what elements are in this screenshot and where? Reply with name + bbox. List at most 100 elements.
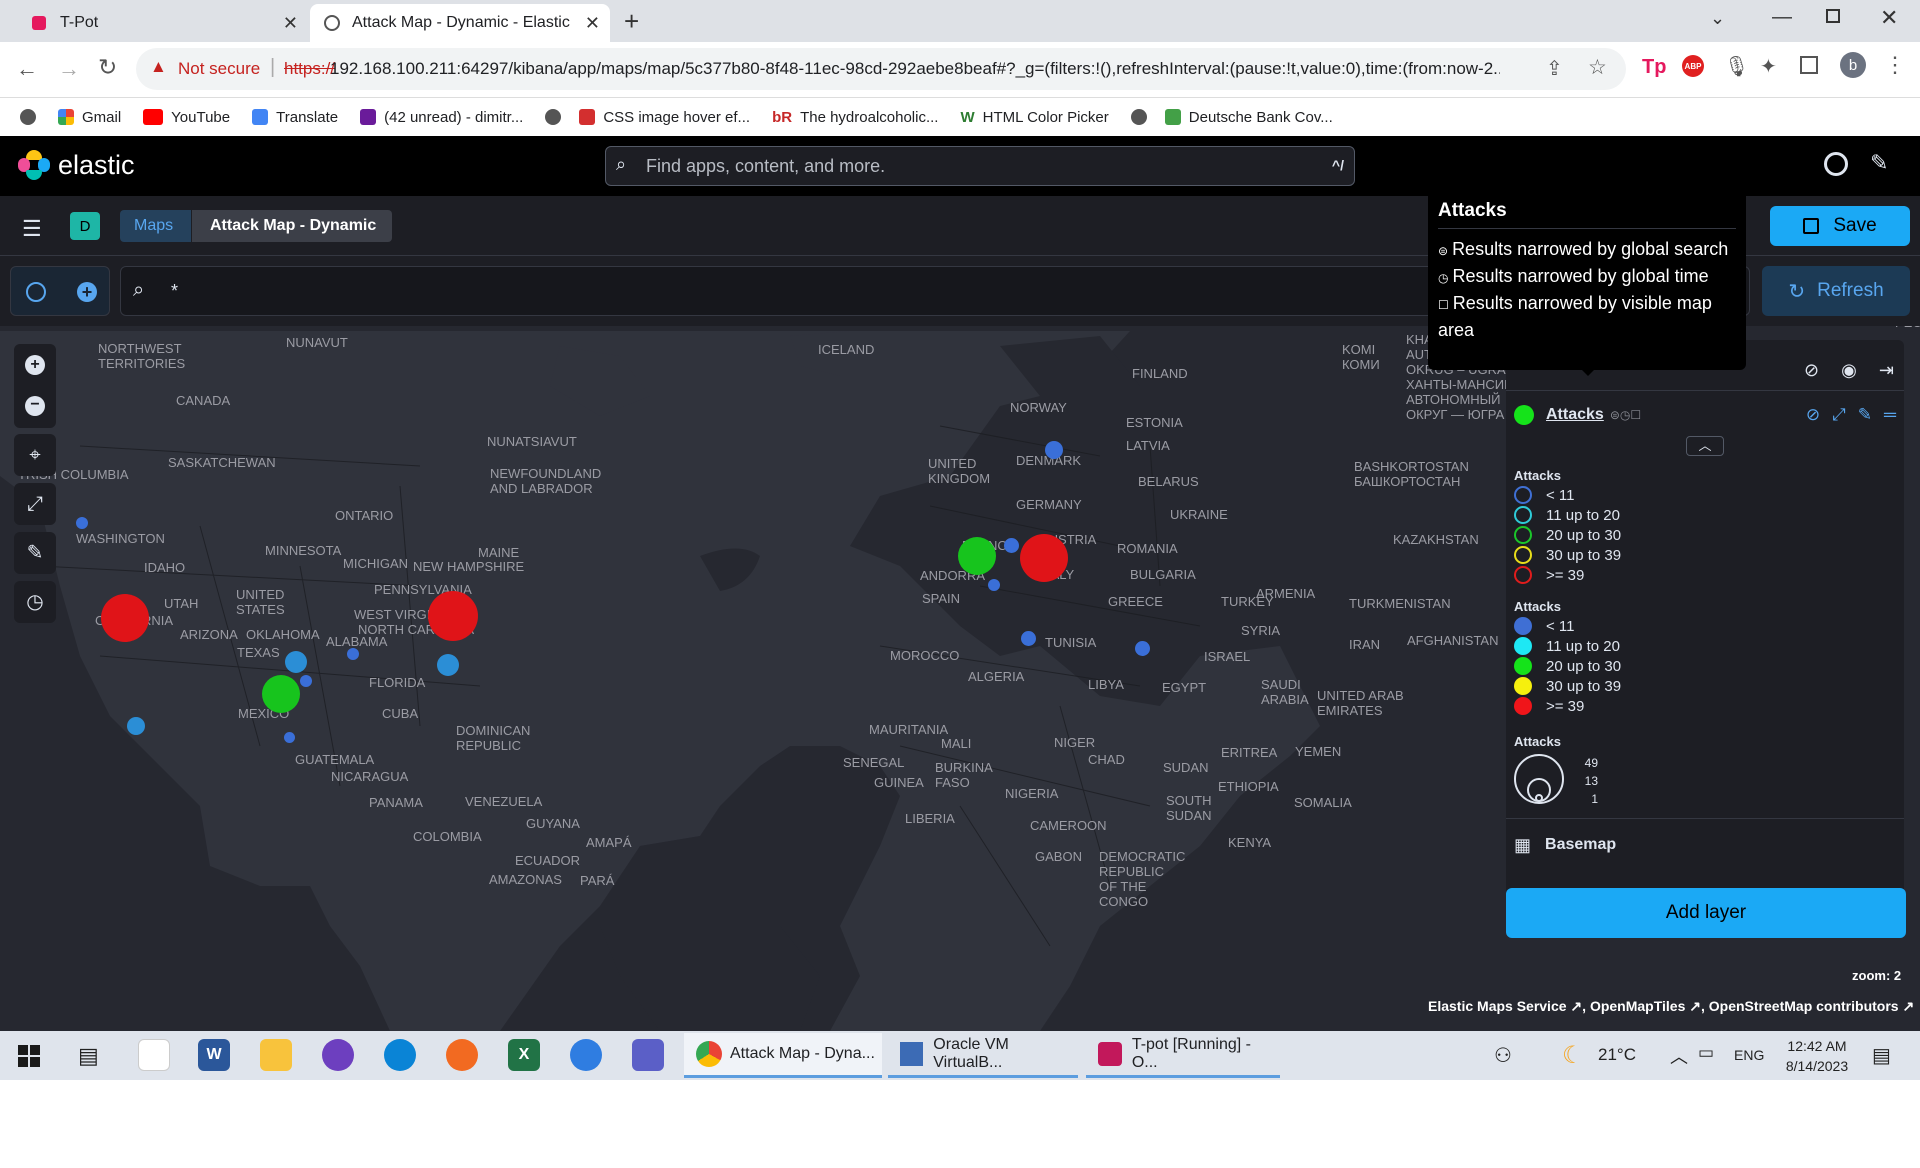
newsfeed-icon[interactable]: ✎ xyxy=(1870,150,1888,176)
minimize-icon[interactable]: — xyxy=(1772,6,1792,29)
side-panel-icon[interactable] xyxy=(1800,56,1818,74)
bookmark-apps-icon[interactable] xyxy=(20,109,36,125)
elastic-logo-icon[interactable] xyxy=(18,150,50,182)
bookmark-css[interactable]: CSS image hover ef... xyxy=(545,109,750,126)
layer-row-basemap[interactable]: ▦ Basemap xyxy=(1514,830,1894,860)
attack-point-kansas[interactable] xyxy=(285,651,307,673)
taskbar-virtualbox[interactable]: Oracle VM VirtualB... xyxy=(888,1033,1078,1078)
attack-point-arizona[interactable] xyxy=(127,717,145,735)
attack-point-british-columbia[interactable] xyxy=(76,517,88,529)
tray-expand-icon[interactable]: ︿ xyxy=(1670,1043,1688,1069)
attribution-osm[interactable]: OpenStreetMap contributors xyxy=(1709,998,1899,1014)
collapse-legend-icon[interactable]: ︿ xyxy=(1686,436,1724,456)
microsoft-store-icon[interactable] xyxy=(138,1039,170,1071)
attack-point-bulgaria[interactable] xyxy=(1134,640,1150,656)
taskbar-tpot-vm[interactable]: T-pot [Running] - O... xyxy=(1086,1033,1280,1078)
save-button[interactable]: Save xyxy=(1770,206,1910,246)
bookmark-youtube[interactable]: YouTube xyxy=(143,109,230,126)
adblock-icon[interactable]: ABP xyxy=(1682,55,1704,77)
microphone-icon[interactable]: 🎙 xyxy=(1724,54,1749,79)
bookmark-gmail[interactable]: Gmail xyxy=(58,109,121,126)
avast-icon[interactable] xyxy=(446,1039,478,1071)
attack-point-uk-green[interactable] xyxy=(958,537,996,575)
close-window-icon[interactable]: ✕ xyxy=(1880,5,1898,31)
filter-menu-icon[interactable] xyxy=(26,282,46,302)
add-layer-button[interactable]: Add layer xyxy=(1506,888,1906,938)
drag-handle-icon[interactable]: ═ xyxy=(1884,405,1896,425)
back-icon[interactable]: ← xyxy=(16,56,38,82)
bookmark-star-icon[interactable]: ☆ xyxy=(1588,55,1607,80)
word-icon[interactable]: W xyxy=(198,1039,230,1071)
show-all-layers-icon[interactable]: ◉ xyxy=(1841,360,1857,384)
map-canvas[interactable]: NORTHWEST TERRITORIES NUNAVUT ICELAND FINLA… xyxy=(0,326,1920,1031)
bookmark-hydro[interactable]: bR The hydroalcoholic... xyxy=(772,109,938,126)
notifications-icon[interactable]: ▤ xyxy=(1872,1043,1891,1068)
zoom-out-icon[interactable]: − xyxy=(25,396,45,416)
layer-row-attacks[interactable]: Attacks ⊜◷☐ ⊘ ⤢ ✎ ═ xyxy=(1514,402,1896,428)
global-search-input[interactable]: ⌕ Find apps, content, and more. ^/ xyxy=(605,146,1355,186)
fit-layer-icon[interactable]: ⤢ xyxy=(1832,405,1846,425)
edge-icon[interactable] xyxy=(384,1039,416,1071)
attack-point-missouri[interactable] xyxy=(300,675,312,687)
clock[interactable]: 12:42 AM 8/14/2023 xyxy=(1772,1036,1862,1076)
attack-point-texas[interactable] xyxy=(283,731,295,743)
vpn-icon[interactable] xyxy=(322,1039,354,1071)
tab-attack-map[interactable]: Attack Map - Dynamic - Elastic ✕ xyxy=(310,4,610,42)
attribution-ems[interactable]: Elastic Maps Service xyxy=(1428,998,1567,1014)
bookmark-deutsche[interactable]: Deutsche Bank Cov... xyxy=(1130,109,1333,126)
measure-tools-icon[interactable]: ✎ xyxy=(14,532,56,574)
collapse-panel-icon[interactable]: ⇥ xyxy=(1879,360,1894,384)
fit-to-data-icon[interactable]: ⌖ xyxy=(14,434,56,476)
tpot-extension-icon[interactable]: Tp xyxy=(1642,56,1666,79)
layer-visibility-icon[interactable]: ⊘ xyxy=(1806,405,1820,425)
menu-hamburger-icon[interactable]: ☰ xyxy=(22,216,42,242)
new-tab-icon[interactable]: + xyxy=(624,6,639,37)
close-tab-icon[interactable]: ✕ xyxy=(283,13,298,34)
attack-point-germany[interactable] xyxy=(1020,534,1068,582)
profile-avatar[interactable]: b xyxy=(1840,52,1866,78)
windows-start-icon[interactable] xyxy=(18,1045,40,1067)
draw-bounds-icon[interactable]: ⤢ xyxy=(14,483,56,525)
layer-name[interactable]: Attacks xyxy=(1546,406,1604,424)
bookmark-color-picker[interactable]: W HTML Color Picker xyxy=(960,109,1108,126)
share-icon[interactable]: ⇪ xyxy=(1546,56,1563,81)
close-tab-icon[interactable]: ✕ xyxy=(585,13,600,34)
attack-point-washington[interactable] xyxy=(101,594,149,642)
attack-point-italy[interactable] xyxy=(1020,630,1036,646)
forward-icon[interactable]: → xyxy=(58,56,80,82)
attack-point-ohio[interactable] xyxy=(347,648,359,660)
hide-all-layers-icon[interactable]: ⊘ xyxy=(1804,360,1819,384)
bookmark-mail[interactable]: (42 unread) - dimitr... xyxy=(360,109,523,126)
attack-point-maine[interactable] xyxy=(428,591,478,641)
help-icon[interactable] xyxy=(1824,152,1848,176)
omnibox[interactable]: ▲ Not secure | https:// 192.168.100.211:… xyxy=(136,48,1626,90)
add-filter-icon[interactable]: + xyxy=(77,282,97,302)
taskbar-chrome[interactable]: Attack Map - Dyna... xyxy=(684,1033,882,1078)
bookmark-translate[interactable]: Translate xyxy=(252,109,338,126)
tab-tpot[interactable]: T-Pot ✕ xyxy=(8,4,308,42)
space-avatar[interactable]: D xyxy=(70,212,100,240)
extensions-icon[interactable]: ✦ xyxy=(1760,54,1777,79)
weather-moon-icon[interactable]: ☾ xyxy=(1562,1041,1584,1070)
refresh-button[interactable]: ↻ Refresh xyxy=(1762,266,1910,316)
messenger-icon[interactable] xyxy=(570,1039,602,1071)
people-icon[interactable]: ⚇ xyxy=(1494,1043,1512,1068)
attack-point-norway[interactable] xyxy=(1045,441,1063,459)
attribution-openmaptiles[interactable]: OpenMapTiles xyxy=(1590,998,1685,1014)
weather-temp[interactable]: 21°C xyxy=(1598,1045,1636,1065)
attack-point-netherlands[interactable] xyxy=(1003,537,1019,553)
battery-icon[interactable]: ▭ xyxy=(1698,1043,1714,1063)
attack-point-pennsylvania[interactable] xyxy=(437,654,459,676)
url-text[interactable]: 192.168.100.211:64297/kibana/app/maps/ma… xyxy=(330,59,1500,79)
maximize-icon[interactable] xyxy=(1826,9,1840,23)
excel-icon[interactable]: X xyxy=(508,1039,540,1071)
attack-point-oklahoma-green[interactable] xyxy=(262,675,300,713)
file-explorer-icon[interactable] xyxy=(260,1039,292,1071)
language-indicator[interactable]: ENG xyxy=(1734,1047,1764,1063)
browser-menu-icon[interactable]: ⋮ xyxy=(1884,52,1906,78)
timeslider-icon[interactable]: ◷ xyxy=(14,581,56,623)
tab-search-icon[interactable]: ⌄ xyxy=(1710,8,1725,29)
basemap-label[interactable]: Basemap xyxy=(1545,836,1616,854)
task-view-icon[interactable]: ▤ xyxy=(78,1043,99,1069)
breadcrumb-maps[interactable]: Maps xyxy=(120,210,192,242)
